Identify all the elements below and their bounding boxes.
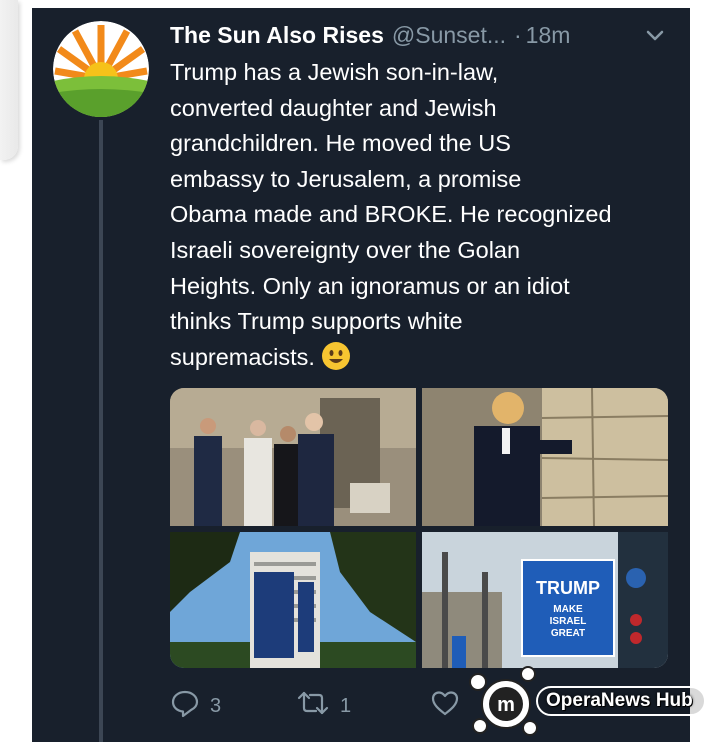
thread-line (99, 120, 103, 742)
retweet-icon (296, 688, 340, 724)
reply-button[interactable]: 3 (170, 688, 221, 724)
tweet-text: Trump has a Jewish son-in-law, converted… (170, 55, 675, 375)
operanews-watermark: m OperaNews Hub (466, 664, 716, 740)
timestamp[interactable]: 18m (526, 22, 571, 49)
sunrise-avatar-icon (53, 21, 149, 117)
tweet-text-line: supremacists. (170, 343, 315, 370)
retweet-button[interactable]: 1 (296, 688, 351, 724)
display-name[interactable]: The Sun Also Rises (170, 22, 384, 49)
tweet-text-line: Israeli sovereignty over the Golan (170, 236, 521, 263)
operanews-logo: m (466, 664, 546, 740)
smiley-emoji-icon (321, 341, 351, 371)
tweet-text-line: Obama made and BROKE. He recognized (170, 201, 612, 228)
photo-2[interactable] (422, 388, 668, 526)
like-icon (430, 688, 470, 724)
reply-icon (170, 688, 210, 724)
tweet-text-line: Trump has a Jewish son-in-law, (170, 59, 499, 85)
photo-1[interactable] (170, 388, 416, 526)
sign-line-1: TRUMP (536, 578, 600, 598)
tweet-header: The Sun Also Rises @Sunset... · 18m (170, 18, 680, 52)
tweet-text-line: grandchildren. He moved the US (170, 130, 511, 157)
photo-3[interactable] (170, 532, 416, 668)
watermark-text: OperaNews Hub (536, 686, 706, 716)
tweet-media-grid: TRUMP MAKE ISRAEL GREAT (170, 388, 668, 668)
avatar[interactable] (53, 21, 149, 117)
tweet-text-line: embassy to Jerusalem, a promise (170, 165, 522, 192)
previous-screen-edge (0, 0, 18, 160)
retweet-count: 1 (340, 694, 352, 717)
tweet-text-line: thinks Trump supports white (170, 308, 463, 335)
separator-dot: · (514, 21, 522, 48)
user-handle[interactable]: @Sunset... (392, 22, 506, 49)
like-button[interactable] (430, 688, 470, 724)
tweet-text-line: Heights. Only an ignoramus or an idiot (170, 272, 570, 299)
reply-count: 3 (210, 694, 222, 717)
sign-line-4: GREAT (551, 628, 585, 639)
svg-text:m: m (497, 694, 515, 716)
photo-4[interactable]: TRUMP MAKE ISRAEL GREAT (422, 532, 668, 668)
chevron-down-icon[interactable] (644, 24, 666, 46)
sign-line-2: MAKE (553, 604, 583, 615)
tweet-text-last-line: supremacists. (170, 340, 675, 376)
sign-line-3: ISRAEL (550, 616, 587, 627)
tweet-text-line: converted daughter and Jewish (170, 94, 497, 121)
